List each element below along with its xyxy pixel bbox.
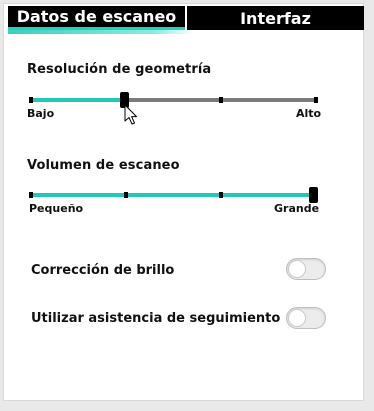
slider-fill: [29, 193, 318, 197]
slider-max-label: Alto: [296, 107, 322, 120]
slider-fill: [29, 98, 124, 102]
slider-min-label: Pequeño: [29, 202, 84, 215]
slider-min-label: Bajo: [27, 107, 55, 120]
tab-label: Interfaz: [240, 8, 311, 28]
brightness-correction-toggle[interactable]: [286, 258, 326, 280]
toggle-knob: [288, 260, 306, 278]
slider-max-label: Grande: [274, 202, 320, 215]
tracking-assistance-toggle[interactable]: [286, 307, 326, 329]
slider-thumb[interactable]: [309, 187, 318, 203]
slider-tick: [29, 192, 33, 198]
scan-volume-title: Volumen de escaneo: [27, 158, 180, 173]
scan-volume-slider[interactable]: [29, 187, 318, 203]
mouse-pointer-icon: [124, 104, 137, 125]
tab-label: Datos de escaneo: [16, 7, 177, 26]
slider-tick: [314, 97, 318, 103]
tab-datos-de-escaneo[interactable]: Datos de escaneo: [8, 6, 185, 30]
tab-bar: Datos de escaneo Interfaz: [8, 6, 364, 30]
brightness-correction-label: Corrección de brillo: [31, 263, 175, 278]
slider-tick: [219, 97, 223, 103]
toggle-knob: [288, 309, 306, 327]
slider-tick: [219, 192, 223, 198]
tracking-assistance-label: Utilizar asistencia de seguimiento: [31, 311, 281, 326]
active-tab-indicator: [8, 30, 193, 34]
tab-interfaz[interactable]: Interfaz: [185, 6, 364, 30]
geometry-resolution-slider[interactable]: [29, 92, 318, 108]
geometry-resolution-title: Resolución de geometría: [27, 62, 212, 77]
slider-tick: [124, 192, 128, 198]
slider-tick: [29, 97, 33, 103]
